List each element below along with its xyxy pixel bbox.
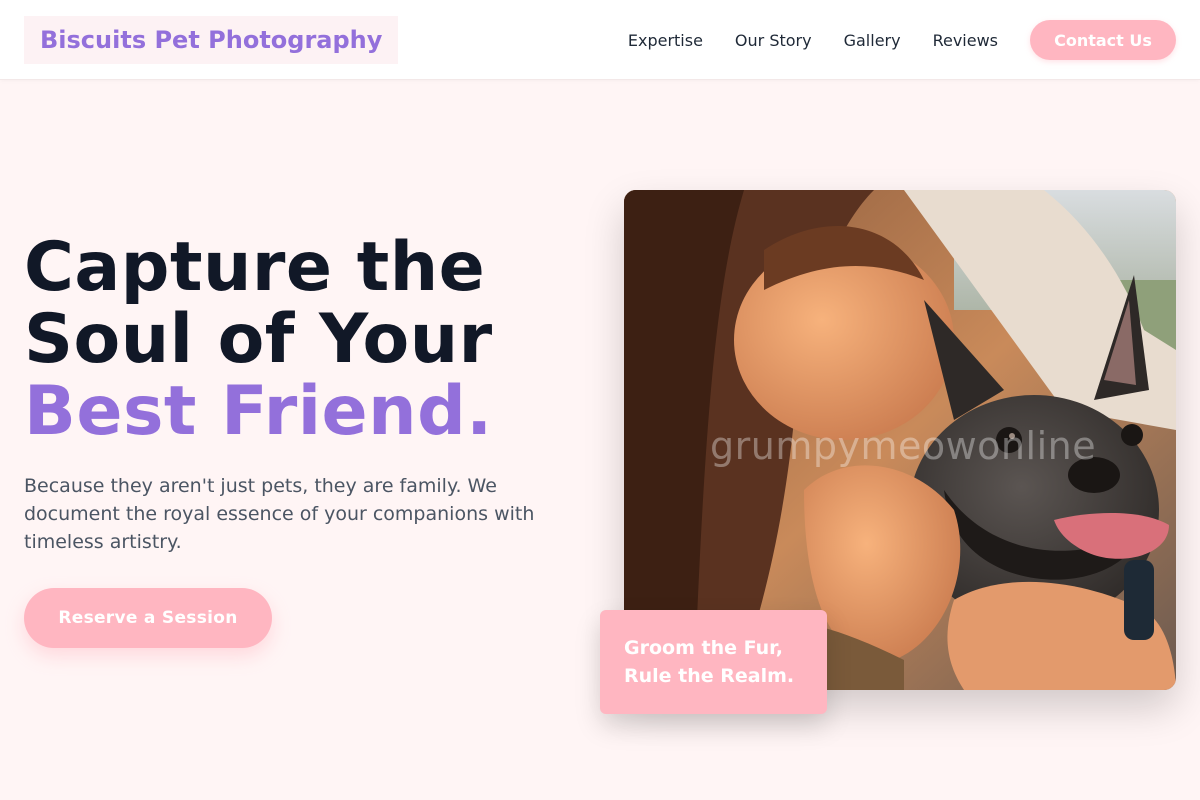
reserve-session-button[interactable]: Reserve a Session xyxy=(24,588,272,648)
hero-title: Capture the Soul of Your Best Friend. xyxy=(24,232,604,448)
nav-link-reviews[interactable]: Reviews xyxy=(933,31,998,50)
main-nav: Expertise Our Story Gallery Reviews Cont… xyxy=(628,20,1176,60)
photo-watermark: grumpymeowonline xyxy=(710,424,1097,468)
nav-link-gallery[interactable]: Gallery xyxy=(844,31,901,50)
hero-title-line-1: Capture the xyxy=(24,228,486,307)
hero-subtitle: Because they aren't just pets, they are … xyxy=(24,475,535,553)
hero-title-line-2: Soul of Your xyxy=(24,300,493,379)
tagline-line-2: Rule the Realm. xyxy=(624,665,795,687)
tagline-badge: Groom the Fur, Rule the Realm. xyxy=(600,610,827,714)
nav-link-expertise[interactable]: Expertise xyxy=(628,31,703,50)
site-header: Biscuits Pet Photography Expertise Our S… xyxy=(0,0,1200,80)
site-logo[interactable]: Biscuits Pet Photography xyxy=(24,16,399,64)
contact-us-button[interactable]: Contact Us xyxy=(1030,20,1176,60)
hero-title-line-3: Best Friend. xyxy=(24,372,493,451)
nav-link-our-story[interactable]: Our Story xyxy=(735,31,812,50)
tagline-line-1: Groom the Fur, xyxy=(624,637,783,659)
